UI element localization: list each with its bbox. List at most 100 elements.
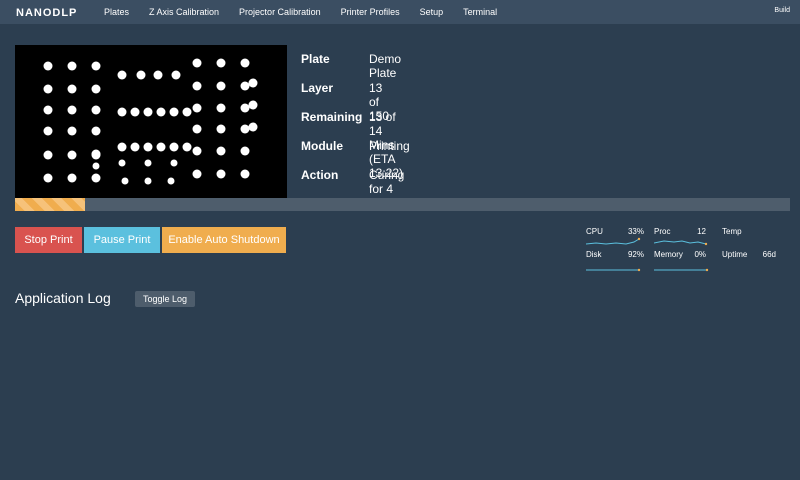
pause-print-button[interactable]: Pause Print <box>84 227 160 253</box>
stat-cpu-value: 33% <box>627 227 644 236</box>
preview-dot <box>91 84 101 94</box>
nav-plates[interactable]: Plates <box>104 7 129 17</box>
preview-dot <box>216 58 226 68</box>
preview-dot <box>240 103 250 113</box>
preview-dot <box>170 159 178 167</box>
preview-dot <box>192 124 202 134</box>
preview-dot <box>192 81 202 91</box>
preview-dot <box>240 58 250 68</box>
preview-dot <box>136 70 146 80</box>
preview-dot <box>216 81 226 91</box>
preview-dot <box>248 122 258 132</box>
preview-dot <box>248 78 258 88</box>
nav-projector-calibration[interactable]: Projector Calibration <box>239 7 321 17</box>
preview-dot <box>192 169 202 179</box>
nanodlp-logo[interactable]: NANODLP <box>16 6 84 18</box>
stat-disk-label: Disk <box>586 250 602 259</box>
preview-dot <box>91 173 101 183</box>
toggle-log-button[interactable]: Toggle Log <box>135 291 195 307</box>
proc-sparkline <box>654 240 708 246</box>
stat-uptime-value: 66d <box>762 250 776 259</box>
preview-dot <box>240 146 250 156</box>
preview-dot <box>192 103 202 113</box>
layer-preview-dots <box>43 58 258 185</box>
enable-auto-shutdown-button[interactable]: Enable Auto Shutdown <box>162 227 286 253</box>
info-label: Plate <box>301 52 330 66</box>
preview-dot <box>171 70 181 80</box>
preview-dot <box>130 142 140 152</box>
stat-uptime-label: Uptime <box>722 250 748 259</box>
top-navbar: NANODLP Plates Z Axis Calibration Projec… <box>0 0 800 24</box>
preview-dot <box>43 150 53 160</box>
nav-printer-profiles[interactable]: Printer Profiles <box>341 7 400 17</box>
info-value: Demo Plate <box>369 52 402 80</box>
preview-dot <box>67 61 77 71</box>
preview-dot <box>43 61 53 71</box>
stat-proc-value: 12 <box>697 227 706 236</box>
preview-dot <box>144 177 152 185</box>
preview-dot <box>153 70 163 80</box>
info-label: Action <box>301 168 339 182</box>
preview-dot <box>240 169 250 179</box>
preview-dot <box>216 103 226 113</box>
print-progress-bar <box>15 198 790 211</box>
preview-dot <box>192 146 202 156</box>
nav-terminal[interactable]: Terminal <box>463 7 497 17</box>
preview-dot <box>121 177 129 185</box>
nav-setup[interactable]: Setup <box>420 7 444 17</box>
print-progress-fill <box>15 198 85 211</box>
stat-memory-label: Memory <box>654 250 683 259</box>
preview-dot <box>43 84 53 94</box>
preview-dot <box>156 142 166 152</box>
preview-dot <box>248 100 258 110</box>
preview-dot <box>117 142 127 152</box>
preview-dot <box>43 173 53 183</box>
preview-dot <box>117 70 127 80</box>
preview-dot <box>67 150 77 160</box>
preview-dot <box>143 107 153 117</box>
preview-dot <box>91 61 101 71</box>
preview-dot <box>216 124 226 134</box>
preview-dot <box>240 124 250 134</box>
preview-dot <box>143 142 153 152</box>
preview-dot <box>92 162 100 170</box>
stat-proc-label: Proc <box>654 227 671 236</box>
preview-dot <box>118 159 126 167</box>
stat-disk-value: 92% <box>627 250 644 259</box>
info-label: Layer <box>301 81 334 95</box>
preview-dot <box>144 159 152 167</box>
memory-sparkline <box>654 268 709 272</box>
stat-temp-label: Temp <box>722 227 742 236</box>
preview-dot <box>216 146 226 156</box>
preview-dot <box>182 142 192 152</box>
stat-memory-value: 0% <box>694 250 706 259</box>
nav-z-axis-calibration[interactable]: Z Axis Calibration <box>149 7 219 17</box>
stat-cpu-label: CPU <box>586 227 603 236</box>
info-label: Module <box>301 139 343 153</box>
nav-build[interactable]: Build <box>774 7 790 14</box>
preview-dot <box>117 107 127 117</box>
preview-dot <box>43 105 53 115</box>
system-stats: CPU 33% Proc 12 Temp Disk 92% Memory 0% … <box>586 227 786 277</box>
stop-print-button[interactable]: Stop Print <box>15 227 82 253</box>
preview-dot <box>91 149 101 159</box>
preview-dot <box>67 84 77 94</box>
info-label: Remaining <box>301 110 363 124</box>
preview-dot <box>91 126 101 136</box>
preview-dot <box>192 58 202 68</box>
svg-text:NANODLP: NANODLP <box>16 7 77 18</box>
cpu-sparkline <box>586 237 641 245</box>
preview-dot <box>216 169 226 179</box>
preview-dot <box>67 173 77 183</box>
preview-dot <box>130 107 140 117</box>
preview-dot <box>182 107 192 117</box>
preview-dot <box>67 126 77 136</box>
preview-dot <box>169 107 179 117</box>
layer-preview <box>15 45 287 198</box>
preview-dot <box>240 81 250 91</box>
disk-sparkline <box>586 268 641 272</box>
preview-dot <box>43 126 53 136</box>
preview-dot <box>67 105 77 115</box>
preview-dot <box>156 107 166 117</box>
preview-dot <box>91 105 101 115</box>
